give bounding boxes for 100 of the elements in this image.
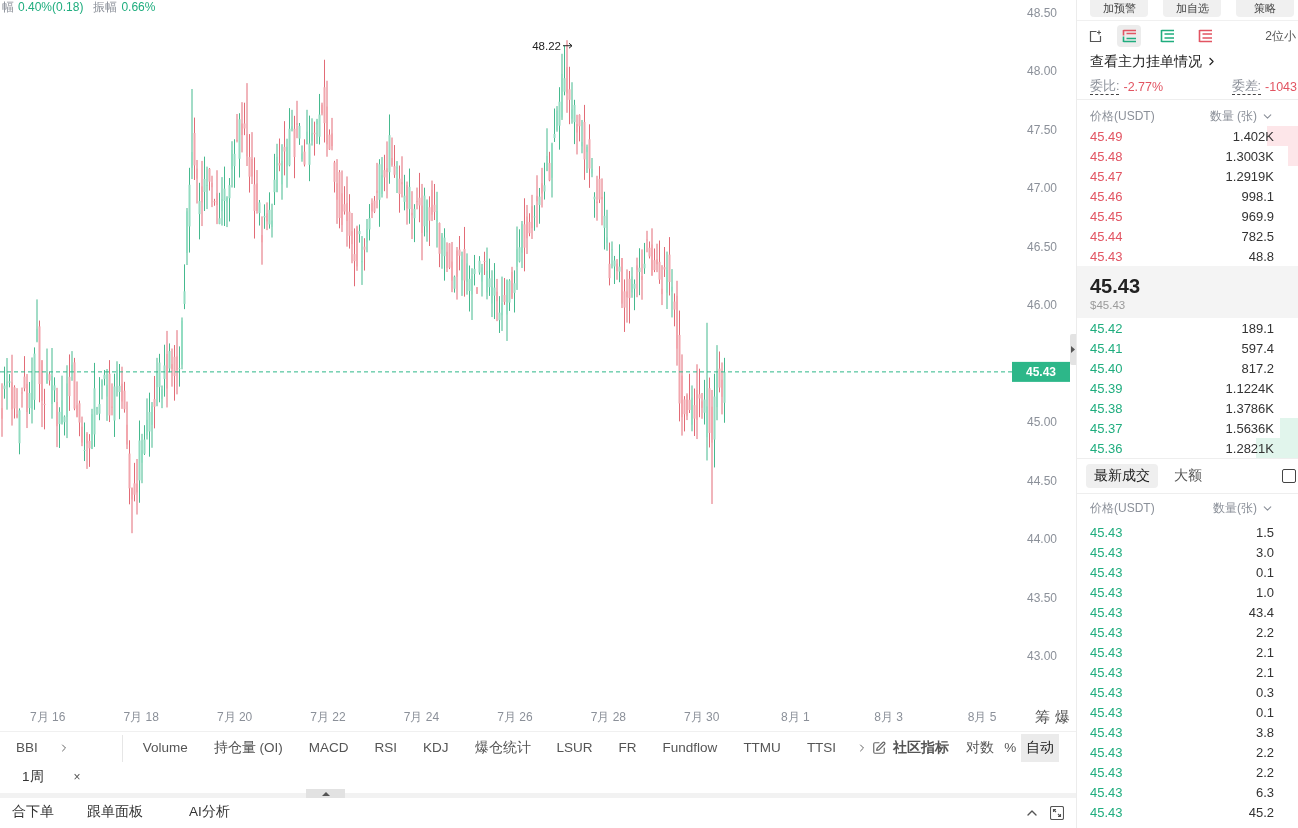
- indicator-tab[interactable]: KDJ: [423, 738, 449, 758]
- checkbox[interactable]: [1282, 469, 1296, 483]
- bid-amount: 1.3786K: [1225, 400, 1274, 416]
- axis-toggle-button[interactable]: 筹: [1035, 708, 1050, 726]
- trade-tab[interactable]: 大额: [1166, 464, 1210, 488]
- trade-price: 45.43: [1090, 604, 1123, 620]
- ask-amount: 1.3003K: [1225, 148, 1274, 164]
- community-indicators-button[interactable]: 社区指标: [893, 738, 950, 758]
- trade-price: 45.43: [1090, 644, 1123, 660]
- bid-amount: 817.2: [1241, 360, 1274, 376]
- scale-mode-button[interactable]: %: [999, 734, 1022, 762]
- price-axis-label: 48.50: [1026, 6, 1057, 20]
- column-header: 价格(USDT): [1090, 107, 1155, 125]
- trade-price: 45.43: [1090, 664, 1123, 680]
- ask-amount: 998.1: [1241, 188, 1274, 204]
- trade-price: 45.43: [1090, 744, 1123, 760]
- list-icon: [1197, 29, 1213, 43]
- indicator-tab[interactable]: TTSI: [806, 738, 837, 758]
- trade-tab[interactable]: 最新成交: [1086, 464, 1158, 488]
- panel-tab[interactable]: 跟单面板: [87, 802, 143, 824]
- action-button[interactable]: 策略: [1236, 0, 1294, 17]
- bid-price: 45.37: [1090, 420, 1123, 436]
- interval-tag[interactable]: 1周: [22, 766, 44, 787]
- trade-amount: 2.1: [1255, 644, 1274, 660]
- action-button[interactable]: 加预警: [1090, 0, 1148, 17]
- indicator-tab[interactable]: FR: [618, 738, 637, 758]
- legend-value: 0.66%: [121, 0, 156, 14]
- indicator-tab[interactable]: TTMU: [743, 738, 781, 758]
- trade-price: 45.43: [1090, 704, 1123, 720]
- date-axis-label: 7月 22: [310, 708, 346, 726]
- indicator-tab[interactable]: RSI: [374, 738, 398, 758]
- indicator-tab[interactable]: 持仓量 (OI): [213, 738, 283, 758]
- ask-amount: 969.9: [1241, 208, 1274, 224]
- difference-label: 委差:: [1231, 79, 1261, 95]
- date-axis-label: 8月 5: [967, 708, 997, 726]
- trade-price: 45.43: [1090, 544, 1123, 560]
- bid-price: 45.40: [1090, 360, 1123, 376]
- panel-tab[interactable]: 合下单: [12, 802, 54, 824]
- book-view-button[interactable]: [1117, 25, 1141, 47]
- action-button[interactable]: 加自选: [1163, 0, 1221, 17]
- square-plus-icon: [1088, 29, 1102, 43]
- axis-toggle-button[interactable]: 爆: [1055, 708, 1070, 726]
- close-button[interactable]: ×: [73, 766, 81, 787]
- price-axis-label: 45.00: [1026, 415, 1057, 430]
- price-axis-label: 48.00: [1026, 64, 1057, 79]
- price-axis-label: 47.00: [1026, 181, 1057, 196]
- trade-amount: 2.1: [1255, 664, 1274, 680]
- indicator-tab[interactable]: 爆仓统计: [474, 738, 531, 758]
- expand-button[interactable]: [1050, 806, 1064, 820]
- ask-amount: 1.402K: [1232, 128, 1274, 144]
- bid-amount: 189.1: [1241, 320, 1274, 336]
- last-price-usd: $45.43: [1090, 298, 1126, 313]
- arrow-right-icon: [562, 42, 573, 49]
- trade-amount: 2.2: [1255, 624, 1274, 640]
- trade-price: 45.43: [1090, 584, 1123, 600]
- scale-mode-button[interactable]: 自动: [1021, 734, 1060, 762]
- panel-toggle-handle[interactable]: [1070, 334, 1076, 365]
- bid-price: 45.42: [1090, 320, 1123, 336]
- collapse-handle[interactable]: [306, 789, 345, 798]
- indicator-tab[interactable]: LSUR: [556, 738, 593, 758]
- indicator-tab[interactable]: MACD: [308, 738, 349, 758]
- ask-price: 45.45: [1090, 208, 1123, 224]
- main-orders-link[interactable]: 查看主力挂单情况: [1090, 52, 1218, 71]
- date-axis-label: 7月 16: [30, 708, 66, 726]
- price-axis-label: 44.00: [1026, 532, 1057, 547]
- indicator-tab[interactable]: Fundflow: [662, 738, 718, 758]
- trade-amount: 1.0: [1255, 584, 1274, 600]
- trade-amount: 0.3: [1255, 684, 1274, 700]
- difference-value: -1043: [1265, 80, 1297, 94]
- trade-amount: 2.2: [1255, 744, 1274, 760]
- ratio-label: 委比:: [1090, 79, 1120, 95]
- trade-amount: 0.1: [1255, 564, 1274, 580]
- price-axis-label: 47.50: [1026, 122, 1057, 137]
- main-indicator-button[interactable]: BBI: [16, 738, 38, 758]
- trade-price: 45.43: [1090, 564, 1123, 580]
- scale-mode-button[interactable]: 对数: [961, 734, 1000, 762]
- edit-icon[interactable]: [872, 741, 887, 755]
- date-axis-label: 8月 3: [874, 708, 903, 726]
- triangle-right-icon: [1071, 346, 1075, 353]
- ask-amount: 782.5: [1241, 228, 1274, 244]
- bid-price: 45.38: [1090, 400, 1123, 416]
- high-price-marker: 48.22: [532, 39, 561, 52]
- indicator-tab[interactable]: Volume: [142, 738, 188, 758]
- bid-amount: 597.4: [1241, 340, 1274, 356]
- precision-select[interactable]: 2位小: [1265, 27, 1298, 45]
- price-axis-label: 44.50: [1026, 473, 1057, 488]
- legend-label: 幅: [2, 0, 14, 14]
- ask-amount: 48.8: [1248, 248, 1274, 264]
- split-list-icon: [1121, 29, 1137, 43]
- trade-amount: 2.2: [1255, 764, 1274, 780]
- trade-amount: 3.0: [1255, 544, 1274, 560]
- panel-tab[interactable]: AI分析: [189, 802, 230, 824]
- bid-price: 45.41: [1090, 340, 1123, 356]
- bid-amount: 1.1224K: [1225, 380, 1274, 396]
- legend-label: 振幅: [93, 0, 118, 14]
- trade-amount: 45.2: [1248, 804, 1274, 820]
- ask-price: 45.47: [1090, 168, 1123, 184]
- trade-price: 45.43: [1090, 764, 1123, 780]
- bid-price: 45.39: [1090, 380, 1123, 396]
- date-axis-label: 7月 30: [684, 708, 720, 726]
